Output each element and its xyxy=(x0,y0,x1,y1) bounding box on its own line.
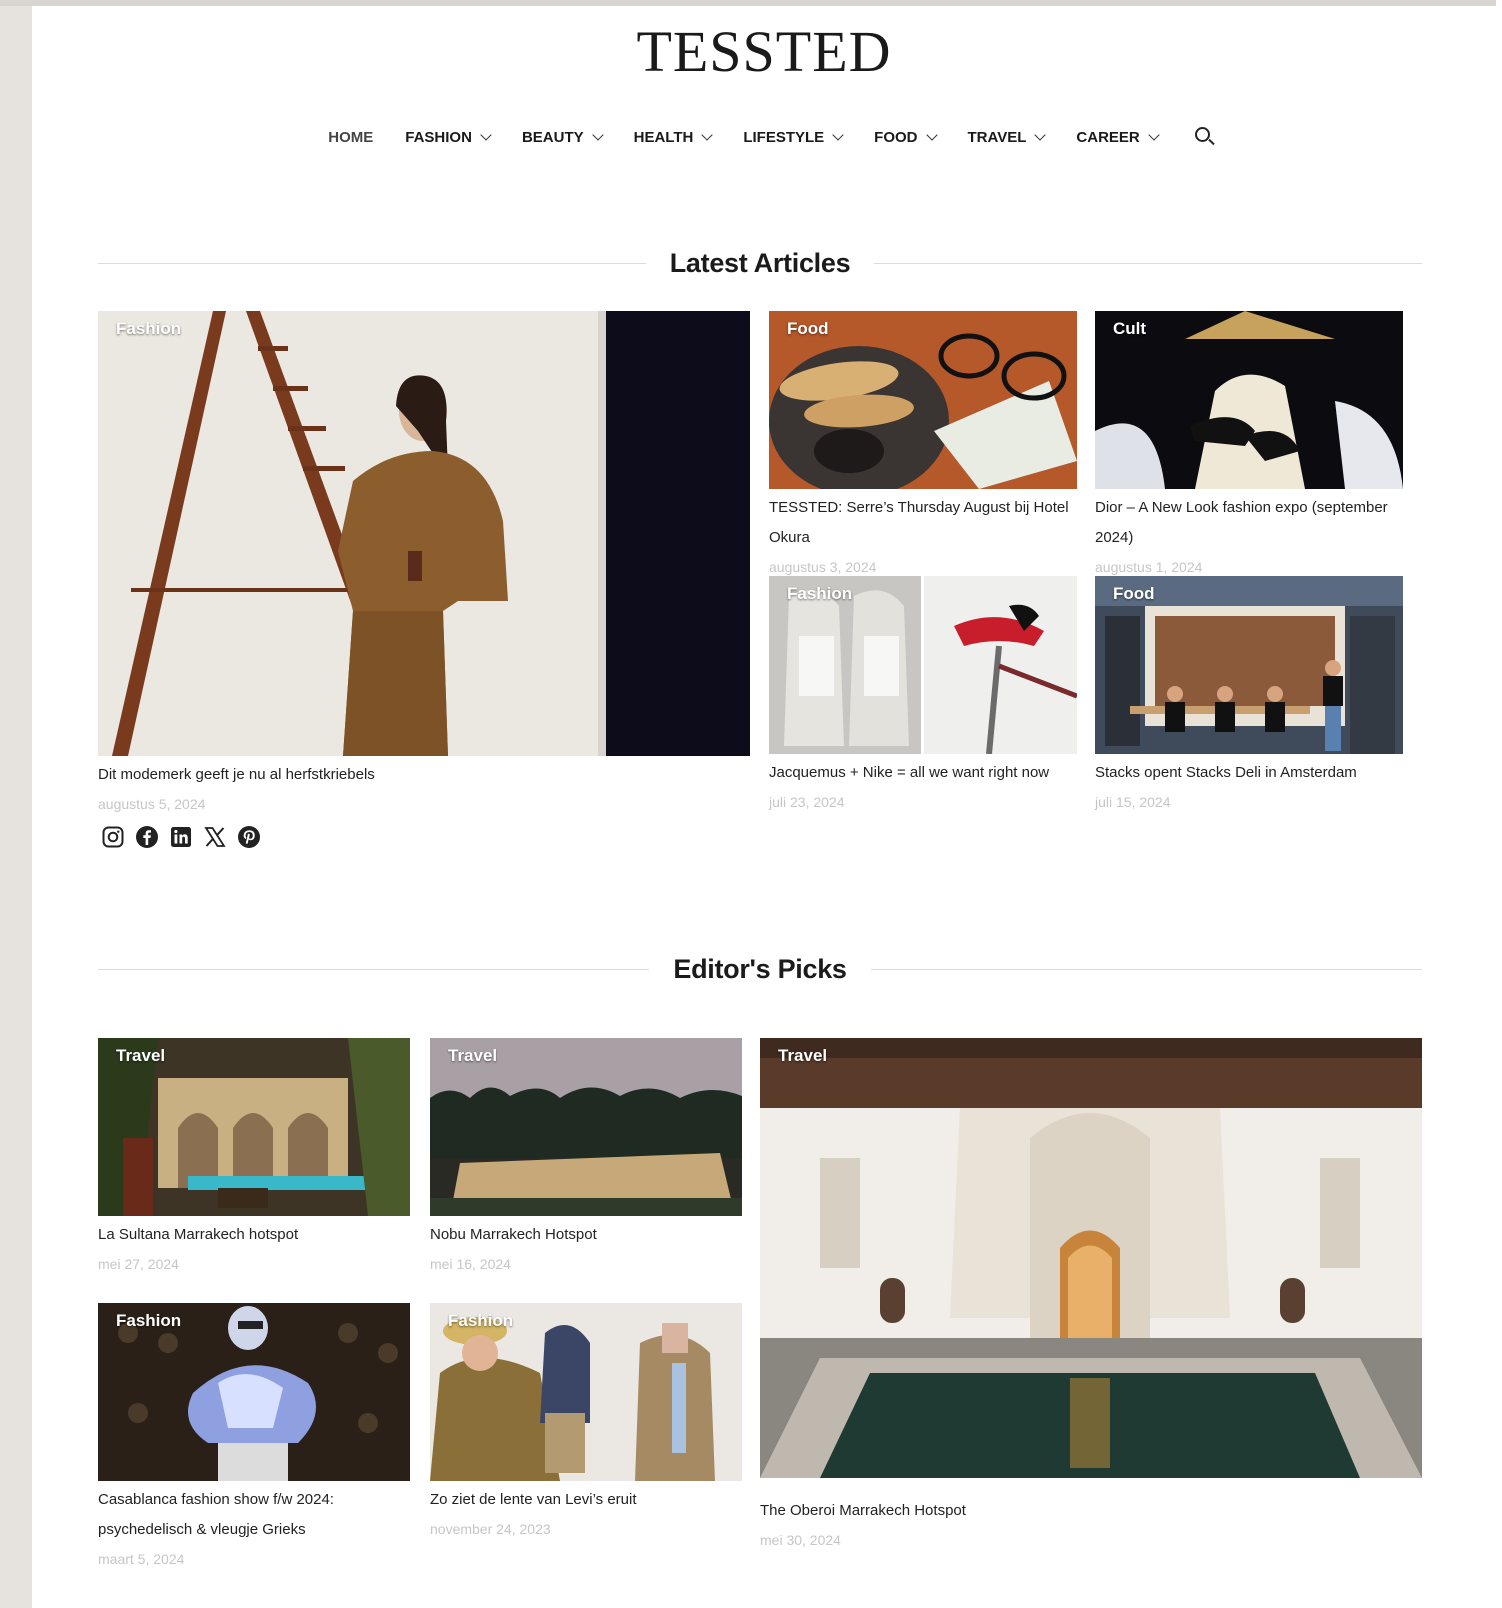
article-date: mei 16, 2024 xyxy=(430,1256,511,1272)
chevron-down-icon xyxy=(591,128,604,141)
chevron-down-icon xyxy=(1148,128,1160,141)
divider xyxy=(870,968,1423,970)
nav-label: FASHION xyxy=(405,128,472,146)
article-card[interactable]: Food Stacks opent Stacks Deli in Amsterd… xyxy=(1095,576,1403,816)
article-image[interactable]: Food xyxy=(769,311,1077,489)
category-label[interactable]: Fashion xyxy=(787,584,852,604)
category-label[interactable]: Travel xyxy=(116,1046,165,1066)
article-image[interactable]: Travel xyxy=(98,1038,410,1216)
nav-travel[interactable]: TRAVEL xyxy=(967,128,1047,146)
page-edge xyxy=(1496,0,1502,1608)
article-title[interactable]: La Sultana Marrakech hotspot xyxy=(98,1220,410,1250)
nav-food[interactable]: FOOD xyxy=(874,128,938,146)
nav-health[interactable]: HEALTH xyxy=(633,128,713,146)
instagram-icon[interactable] xyxy=(100,824,126,850)
pinterest-icon[interactable] xyxy=(236,824,262,850)
search-icon[interactable] xyxy=(1194,126,1216,148)
section-title: Latest Articles xyxy=(669,247,851,278)
article-card[interactable]: Cult Dior – A New Look fashion expo (sep… xyxy=(1095,311,1403,581)
article-title[interactable]: The Oberoi Marrakech Hotspot xyxy=(760,1496,1422,1526)
article-image[interactable]: Travel xyxy=(430,1038,742,1216)
chevron-down-icon xyxy=(925,128,938,141)
nav-label: TRAVEL xyxy=(967,128,1027,146)
featured-article-card[interactable]: Fashion Dit modemerk geeft je nu al herf… xyxy=(98,311,750,818)
category-label[interactable]: Food xyxy=(787,319,829,339)
article-title[interactable]: Stacks opent Stacks Deli in Amsterdam xyxy=(1095,758,1403,788)
article-card[interactable]: Travel Nobu Marrakech Hotspot mei 16, 20… xyxy=(430,1038,742,1278)
article-card[interactable]: Fashion Zo ziet de lente van Levi’s erui… xyxy=(430,1303,742,1543)
category-label[interactable]: Travel xyxy=(778,1046,827,1066)
article-date: juli 23, 2024 xyxy=(769,794,845,810)
page: TESSTED HOME FASHION BEAUTY HEALTH LIFES… xyxy=(32,6,1496,1608)
nav-beauty[interactable]: BEAUTY xyxy=(521,128,604,146)
article-card[interactable]: Fashion Casablanca fashion show f/w 2024… xyxy=(98,1303,410,1573)
facebook-icon[interactable] xyxy=(134,824,160,850)
nav-career[interactable]: CAREER xyxy=(1076,128,1160,146)
chevron-down-icon xyxy=(480,128,492,141)
chevron-down-icon xyxy=(701,128,713,141)
nav-lifestyle[interactable]: LIFESTYLE xyxy=(743,128,844,146)
article-date: juli 15, 2024 xyxy=(1095,794,1171,810)
latest-articles-header: Latest Articles xyxy=(98,243,1423,283)
nav-label: HEALTH xyxy=(633,128,694,146)
x-icon[interactable] xyxy=(202,824,228,850)
article-date: november 24, 2023 xyxy=(430,1521,551,1537)
featured-pick-card[interactable]: Travel The Oberoi Marrakech Hotspot mei … xyxy=(760,1038,1422,1554)
article-image[interactable]: Fashion xyxy=(98,1303,410,1481)
article-image[interactable]: Fashion xyxy=(769,576,1077,754)
category-label[interactable]: Fashion xyxy=(116,319,181,339)
nav-label: FOOD xyxy=(874,128,918,146)
article-date: augustus 5, 2024 xyxy=(98,796,206,812)
category-label[interactable]: Travel xyxy=(448,1046,497,1066)
article-title[interactable]: Dior – A New Look fashion expo (septembe… xyxy=(1095,493,1403,553)
article-title[interactable]: Zo ziet de lente van Levi’s eruit xyxy=(430,1485,742,1515)
editors-picks-header: Editor's Picks xyxy=(98,949,1423,989)
article-card[interactable]: Fashion Jacquemus + Nike = all we want r… xyxy=(769,576,1077,816)
chevron-down-icon xyxy=(832,128,844,141)
article-title[interactable]: Dit modemerk geeft je nu al herfstkriebe… xyxy=(98,760,750,790)
article-date: mei 30, 2024 xyxy=(760,1532,841,1548)
linkedin-icon[interactable] xyxy=(168,824,194,850)
site-logo[interactable]: TESSTED xyxy=(32,18,1496,85)
article-image[interactable]: Fashion xyxy=(98,311,750,756)
article-image[interactable]: Fashion xyxy=(430,1303,742,1481)
nav-label: BEAUTY xyxy=(521,128,584,146)
category-label[interactable]: Food xyxy=(1113,584,1155,604)
article-image[interactable]: Cult xyxy=(1095,311,1403,489)
article-title[interactable]: Jacquemus + Nike = all we want right now xyxy=(769,758,1077,788)
category-label[interactable]: Fashion xyxy=(448,1311,513,1331)
nav-label: CAREER xyxy=(1076,128,1140,146)
article-date: mei 27, 2024 xyxy=(98,1256,179,1272)
nav-label: HOME xyxy=(328,128,374,146)
article-card[interactable]: Food TESSTED: Serre’s Thursday August bi… xyxy=(769,311,1077,581)
category-label[interactable]: Cult xyxy=(1113,319,1146,339)
divider xyxy=(98,968,650,970)
article-title[interactable]: TESSTED: Serre’s Thursday August bij Hot… xyxy=(769,493,1077,553)
social-links xyxy=(100,824,262,850)
main-nav: HOME FASHION BEAUTY HEALTH LIFESTYLE FOO… xyxy=(32,126,1496,148)
category-label[interactable]: Fashion xyxy=(116,1311,181,1331)
article-date: maart 5, 2024 xyxy=(98,1551,185,1567)
chevron-down-icon xyxy=(1034,128,1047,141)
nav-label: LIFESTYLE xyxy=(743,128,825,146)
article-title[interactable]: Casablanca fashion show f/w 2024: psyche… xyxy=(98,1485,410,1545)
article-image[interactable]: Food xyxy=(1095,576,1403,754)
nav-fashion[interactable]: FASHION xyxy=(405,128,492,146)
divider xyxy=(874,262,1423,264)
article-title[interactable]: Nobu Marrakech Hotspot xyxy=(430,1220,742,1250)
nav-home[interactable]: HOME xyxy=(328,129,373,146)
article-card[interactable]: Travel La Sultana Marrakech hotspot mei … xyxy=(98,1038,410,1278)
section-title: Editor's Picks xyxy=(673,953,847,984)
article-image[interactable]: Travel xyxy=(760,1038,1422,1478)
divider xyxy=(98,262,646,264)
